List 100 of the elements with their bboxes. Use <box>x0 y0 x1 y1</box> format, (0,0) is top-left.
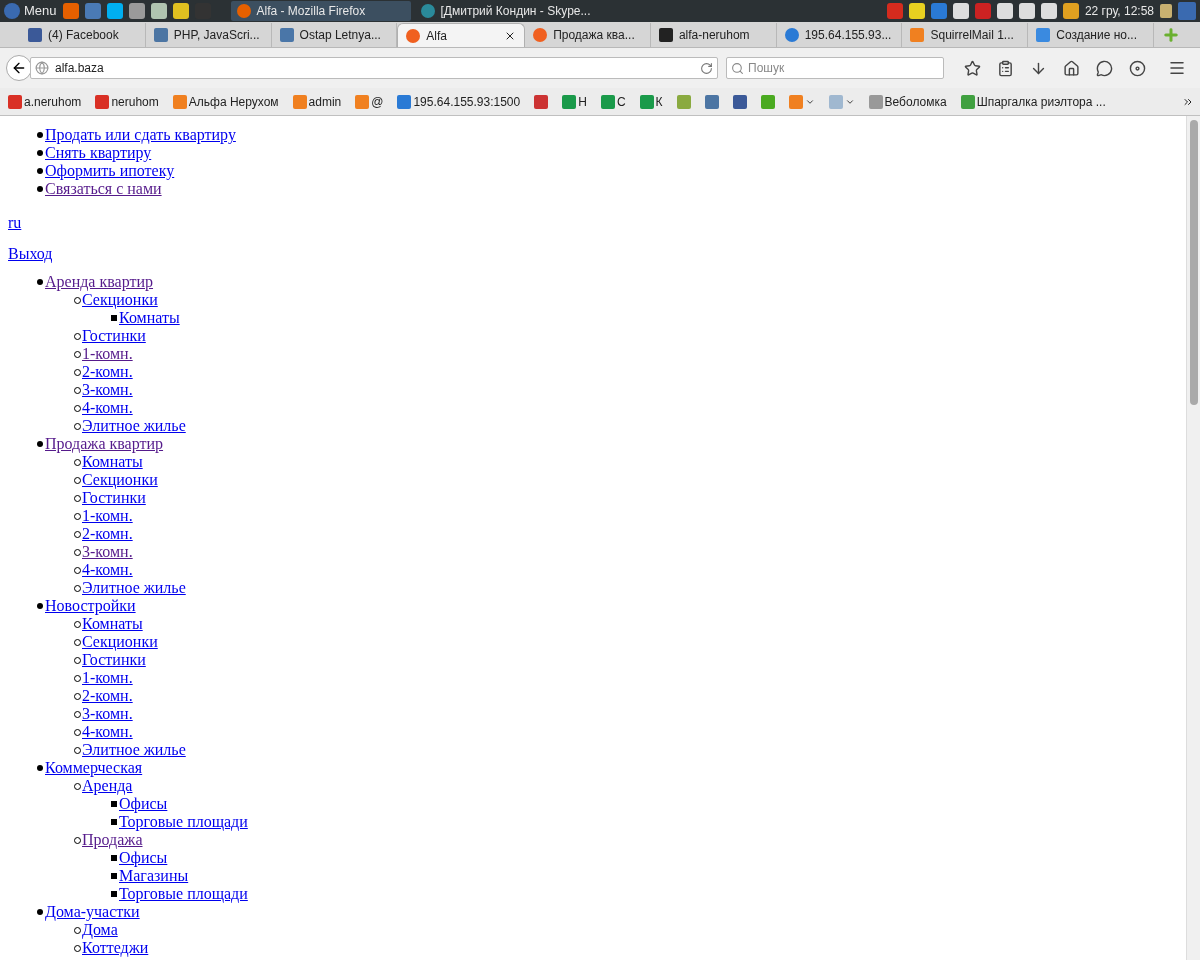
bookmark-item[interactable]: a.neruhom <box>6 91 84 112</box>
browser-tab[interactable]: SquirrelMail 1... <box>902 23 1029 47</box>
language-link[interactable]: ru <box>8 214 22 231</box>
launcher-icon[interactable] <box>62 3 79 19</box>
menu-link[interactable]: Комнаты <box>119 309 180 327</box>
menu-link[interactable]: Гостинки <box>82 327 146 345</box>
bookmark-item[interactable]: Веболомка <box>866 91 949 112</box>
bullet-icon <box>111 315 117 321</box>
reload-icon[interactable] <box>700 61 713 75</box>
menu-link[interactable]: Гостинки <box>82 489 146 507</box>
launcher-icon[interactable] <box>128 3 145 19</box>
bullet-icon <box>37 441 43 447</box>
menu-link[interactable]: Офисы <box>119 849 168 867</box>
menu-link[interactable]: 4-комн. <box>82 399 133 417</box>
bookmark-item[interactable]: Альфа Нерухом <box>170 91 281 112</box>
tray-icon[interactable] <box>1062 3 1079 19</box>
browser-tab[interactable]: Ostap Letnya... <box>271 23 398 47</box>
search-icon <box>731 61 744 75</box>
clipboard-icon[interactable] <box>997 59 1014 77</box>
menu-link[interactable]: Комнаты <box>82 615 143 633</box>
tray-icon[interactable] <box>952 3 969 19</box>
menu-link[interactable]: Элитное жилье <box>82 741 186 759</box>
bookmark-item[interactable]: admin <box>290 91 344 112</box>
globe-icon <box>35 61 49 75</box>
start-menu-button[interactable]: Menu <box>4 1 57 21</box>
menu-link[interactable]: Комнаты <box>82 453 143 471</box>
search-field[interactable]: Пошук <box>726 57 944 79</box>
disc-icon[interactable] <box>1129 59 1146 77</box>
menu-link[interactable]: Торговые площади <box>119 885 248 903</box>
launcher-icon[interactable] <box>172 3 189 19</box>
bullet-icon <box>37 765 43 771</box>
bookmark-item[interactable]: С <box>598 91 628 112</box>
menu-link[interactable]: 4-комн. <box>82 561 133 579</box>
bookmark-item[interactable]: Шпаргалка риэлтора ... <box>958 91 1108 112</box>
nav-link[interactable]: Продать или сдать квартиру <box>45 123 236 147</box>
menu-link[interactable]: Коммерческая <box>45 759 143 777</box>
menu-link[interactable]: 1-комн. <box>82 507 133 525</box>
menu-link[interactable]: Дома <box>82 921 118 939</box>
launcher-icon[interactable] <box>106 3 123 19</box>
app-menu-icon <box>4 3 20 19</box>
menu-link[interactable]: Элитное жилье <box>82 579 186 597</box>
scrollbar[interactable] <box>1186 116 1200 960</box>
bookmark-item[interactable]: neruhom <box>93 91 161 112</box>
tray-icon[interactable] <box>996 3 1013 19</box>
bullet-icon <box>37 150 43 156</box>
menu-link[interactable]: 2-комн. <box>82 687 133 705</box>
address-field[interactable]: alfa.baza <box>30 57 718 79</box>
menu-link[interactable]: Магазины <box>119 867 189 885</box>
menu-link[interactable]: 1-комн. <box>82 345 133 363</box>
bullet-icon <box>37 603 43 609</box>
menu-link[interactable]: Секционки <box>82 291 158 309</box>
menu-link[interactable]: Офисы <box>119 795 168 813</box>
bullet-icon <box>37 186 43 192</box>
bookmark-item[interactable]: @ <box>353 91 386 112</box>
logout-link[interactable]: Выход <box>8 245 53 262</box>
menu-link[interactable]: Торговые площади <box>119 813 248 831</box>
browser-tab[interactable]: alfa-neruhom <box>650 23 777 47</box>
bullet-icon <box>37 168 43 174</box>
launcher-icon[interactable] <box>84 3 101 19</box>
menu-link[interactable]: Продажа <box>82 831 143 849</box>
menu-link[interactable]: Секционки <box>82 633 158 651</box>
tray-icon[interactable] <box>908 3 925 19</box>
bookmark-item[interactable]: Н <box>560 91 589 112</box>
menu-link[interactable]: Коттеджи <box>82 939 149 957</box>
menu-link[interactable]: Элитное жилье <box>82 417 186 435</box>
menu-link[interactable]: 3-комн. <box>82 705 133 723</box>
menu-link[interactable]: Аренда квартир <box>45 273 154 291</box>
menu-link[interactable]: Продажа квартир <box>45 435 164 453</box>
browser-tab[interactable]: Alfa <box>397 23 526 47</box>
window-button[interactable]: Alfa - Mozilla Firefox <box>230 1 411 21</box>
bookmark-item[interactable]: 195.64.155.93:1500 <box>395 91 523 112</box>
menu-link[interactable]: 2-комн. <box>82 525 133 543</box>
browser-tab[interactable]: Создание но... <box>1028 23 1155 47</box>
browser-tab[interactable]: (4) Facebook <box>20 23 146 47</box>
bullet-icon <box>37 909 43 915</box>
browser-tab[interactable]: PHP, JavaScri... <box>145 23 272 47</box>
menu-link[interactable]: Гостинки <box>82 651 146 669</box>
menu-link[interactable]: Новостройки <box>45 597 136 615</box>
window-button[interactable]: [Дмитрий Кондин - Skype... <box>414 1 595 21</box>
menu-link[interactable]: Дома-участки <box>45 903 140 921</box>
tray-icon[interactable] <box>1018 3 1035 19</box>
menu-icon[interactable] <box>1168 59 1186 77</box>
menu-link[interactable]: 3-комн. <box>82 543 133 561</box>
browser-tab[interactable]: 195.64.155.93... <box>776 23 903 47</box>
bullet-icon <box>111 801 117 807</box>
menu-link[interactable]: 3-комн. <box>82 381 133 399</box>
tray-icon[interactable] <box>1040 3 1057 19</box>
bookmark-star-icon[interactable] <box>964 59 981 77</box>
back-button[interactable] <box>6 55 32 81</box>
menu-link[interactable]: 4-комн. <box>82 723 133 741</box>
menu-link[interactable]: 2-комн. <box>82 363 133 381</box>
browser-tab[interactable]: Продажа ква... <box>525 23 651 47</box>
chat-icon[interactable] <box>1096 59 1113 77</box>
launcher-icon[interactable] <box>150 3 167 19</box>
menu-link[interactable]: Секционки <box>82 471 158 489</box>
menu-link[interactable]: 1-комн. <box>82 669 133 687</box>
bookmark-item[interactable]: К <box>637 91 665 112</box>
clock: 22 гру, 12:58 <box>1084 3 1154 20</box>
home-icon[interactable] <box>1063 59 1080 77</box>
menu-link[interactable]: Аренда <box>82 777 133 795</box>
